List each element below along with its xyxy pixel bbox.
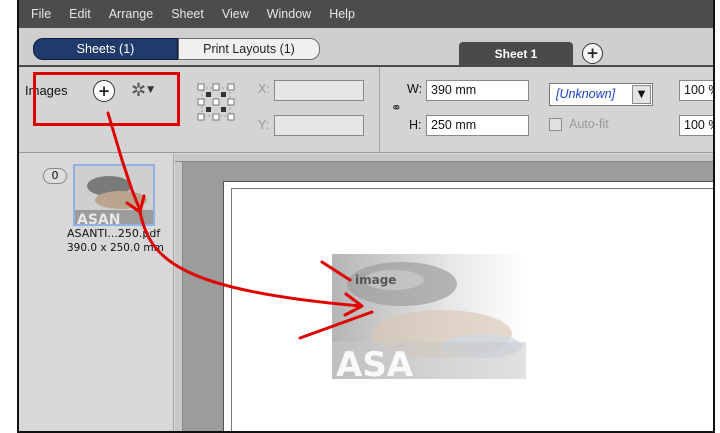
annotation-highlight-box (33, 72, 180, 126)
svg-text:ASAN: ASAN (77, 212, 120, 226)
vertical-ruler (175, 162, 183, 431)
scale-height-field[interactable]: 100 % (679, 115, 713, 136)
menu-edit[interactable]: Edit (61, 7, 101, 21)
x-label: X: (258, 82, 270, 96)
menu-window[interactable]: Window (259, 7, 321, 21)
unit-select-value: [Unknown] (556, 87, 616, 101)
image-filename: ASANTI...250.pdf (67, 227, 161, 240)
menu-view[interactable]: View (214, 7, 259, 21)
chevron-down-icon[interactable]: ▼ (632, 85, 651, 104)
image-dimensions: 390.0 x 250.0 mm (67, 242, 164, 254)
height-label: H: (409, 118, 422, 132)
y-position-field[interactable] (274, 115, 364, 136)
menu-file[interactable]: File (23, 7, 61, 21)
plus-icon: + (586, 44, 599, 62)
menu-help[interactable]: Help (321, 7, 365, 21)
image-thumbnail[interactable]: ASAN (73, 164, 155, 226)
toolbar-separator (379, 67, 380, 153)
x-position-field[interactable] (274, 80, 364, 101)
alignment-grid-icon[interactable] (194, 80, 238, 124)
unit-select[interactable]: [Unknown] ▼ (549, 83, 653, 106)
add-sheet-button[interactable]: + (582, 43, 603, 64)
menu-bar: File Edit Arrange Sheet View Window Help (19, 0, 713, 28)
height-field[interactable]: 250 mm (426, 115, 529, 136)
menu-arrange[interactable]: Arrange (101, 7, 163, 21)
width-field[interactable]: 390 mm (426, 80, 529, 101)
autofit-checkbox[interactable] (549, 118, 562, 131)
app-window: File Edit Arrange Sheet View Window Help… (17, 0, 715, 433)
link-proportions-icon[interactable]: ⚭ (391, 101, 402, 116)
image-list-panel: 0 ASAN ASANTI...250.pdf 390.0 x 250.0 mm (19, 154, 174, 431)
svg-text:ASA: ASA (336, 345, 414, 379)
horizontal-ruler (175, 154, 713, 162)
tab-row: Sheets (1) Print Layouts (1) Sheet 1 + (19, 28, 713, 66)
image-count-badge: 0 (43, 168, 67, 184)
tab-sheets[interactable]: Sheets (1) (33, 38, 178, 60)
autofit-label: Auto-fit (569, 117, 609, 131)
width-label: W: (407, 82, 423, 96)
scale-width-field[interactable]: 100 % (679, 80, 713, 101)
image-caption: image (355, 273, 397, 287)
menu-sheet[interactable]: Sheet (163, 7, 214, 21)
thumbnail-picture: ASAN (75, 166, 153, 226)
y-label: Y: (258, 118, 270, 132)
tab-sheet-1[interactable]: Sheet 1 (459, 42, 573, 66)
tab-print-layouts[interactable]: Print Layouts (1) (178, 38, 320, 60)
canvas-area: ASA (175, 154, 713, 431)
sheet-page[interactable]: ASA (231, 188, 713, 431)
